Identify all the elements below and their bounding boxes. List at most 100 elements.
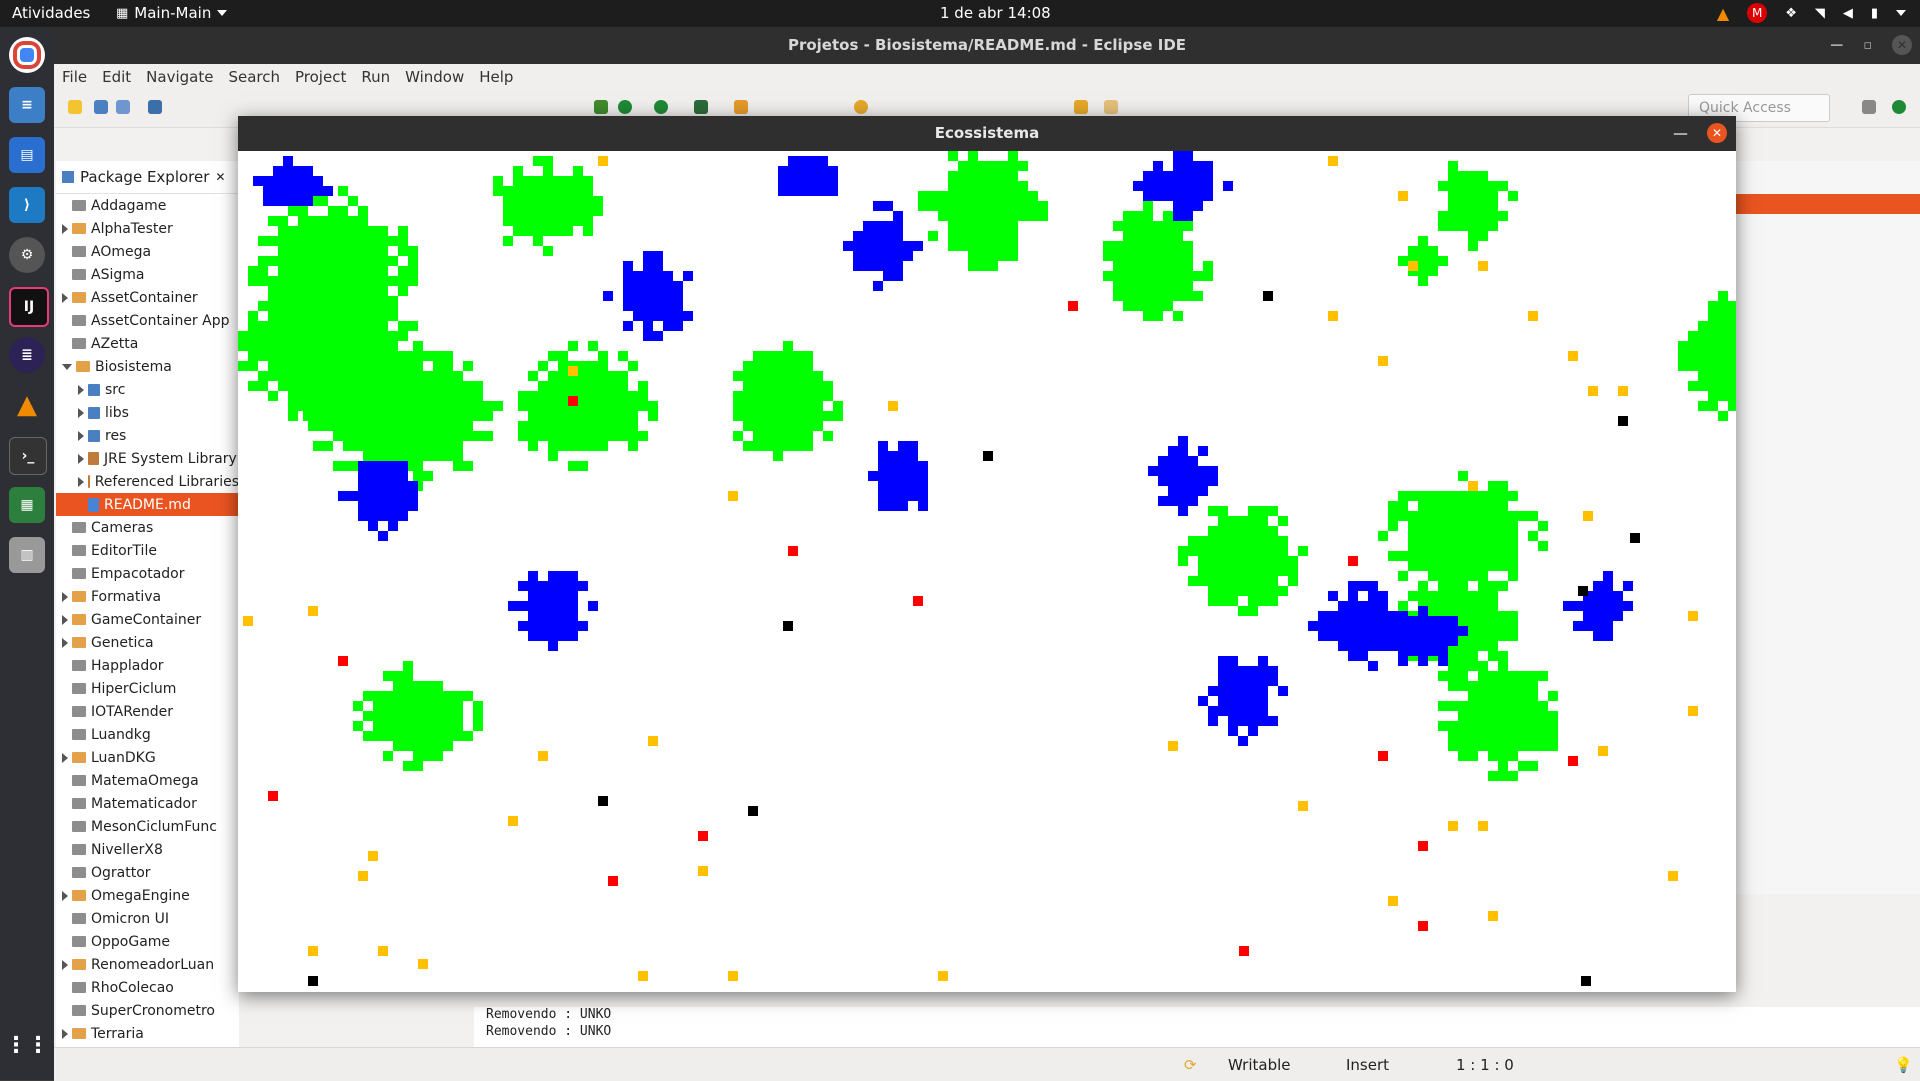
tree-item[interactable]: Terraria (56, 1022, 239, 1045)
clock[interactable]: 1 de abr 14:08 (940, 4, 1051, 22)
close-tab-icon[interactable]: ✕ (215, 170, 225, 184)
minimize-icon[interactable]: — (1673, 116, 1688, 151)
menu-search[interactable]: Search (228, 68, 280, 86)
activities-button[interactable]: Atividades (12, 4, 90, 22)
new-icon[interactable] (68, 100, 82, 114)
wifi-icon[interactable]: ◥ (1815, 6, 1825, 21)
maximize-icon[interactable]: ▫ (1863, 27, 1872, 64)
terminal-icon[interactable]: ›_ (9, 437, 47, 475)
settings-icon[interactable]: ⚙ (9, 237, 45, 273)
expand-arrow-icon[interactable] (78, 384, 84, 395)
expand-arrow-icon[interactable] (78, 476, 84, 487)
tree-item[interactable]: AssetContainer (56, 286, 239, 309)
expand-arrow-icon[interactable] (62, 292, 68, 303)
tree-item[interactable]: Omicron UI (56, 907, 239, 930)
expand-arrow-icon[interactable] (78, 430, 84, 441)
vlc-tray-icon[interactable]: ▲ (1717, 4, 1729, 23)
tree-item[interactable]: Addagame (56, 194, 239, 217)
eclipse-icon[interactable]: ≣ (9, 337, 45, 373)
expand-arrow-icon[interactable] (62, 1028, 68, 1039)
save-icon[interactable] (94, 100, 108, 114)
expand-arrow-icon[interactable] (62, 752, 68, 763)
expand-arrow-icon[interactable] (62, 959, 68, 970)
run-icon[interactable] (618, 100, 632, 114)
text-editor-icon[interactable]: ≡ (9, 87, 45, 123)
menu-edit[interactable]: Edit (102, 68, 131, 86)
tree-item[interactable]: Cameras (56, 516, 239, 539)
menu-navigate[interactable]: Navigate (146, 68, 213, 86)
menu-project[interactable]: Project (295, 68, 346, 86)
tree-item[interactable]: RenomeadorLuan (56, 953, 239, 976)
grid-app-icon[interactable]: ▦ (9, 487, 45, 523)
tree-item[interactable]: HiperCiclum (56, 677, 239, 700)
system-menu-chevron-icon[interactable] (1896, 10, 1906, 16)
search-toolbar-icon[interactable] (854, 100, 868, 114)
expand-arrow-icon[interactable] (62, 890, 68, 901)
tree-item[interactable]: Genetica (56, 631, 239, 654)
tree-item[interactable]: EditorTile (56, 539, 239, 562)
tree-item[interactable]: Referenced Libraries (56, 470, 239, 493)
tree-item[interactable]: AOmega (56, 240, 239, 263)
mail-tray-icon[interactable]: M (1747, 3, 1768, 23)
run-config-icon[interactable] (654, 100, 668, 114)
tree-item[interactable]: res (56, 424, 239, 447)
vscode-icon[interactable]: ⟩ (9, 187, 45, 223)
expand-arrow-icon[interactable] (62, 637, 68, 648)
tree-item[interactable]: GameContainer (56, 608, 239, 631)
menu-run[interactable]: Run (361, 68, 390, 86)
collapse-arrow-icon[interactable] (62, 363, 72, 370)
forward-icon[interactable] (1104, 100, 1118, 114)
debug-icon[interactable] (594, 100, 608, 114)
tree-item[interactable]: AZetta (56, 332, 239, 355)
minimize-icon[interactable]: — (1830, 27, 1843, 64)
tree-item[interactable]: Happlador (56, 654, 239, 677)
files-icon[interactable]: ▥ (9, 537, 45, 573)
expand-arrow-icon[interactable] (78, 453, 84, 464)
tree-item[interactable]: SuperCronometro (56, 999, 239, 1022)
expand-arrow-icon[interactable] (78, 407, 84, 418)
new-class-icon[interactable] (734, 100, 748, 114)
tree-item[interactable]: AlphaTester (56, 217, 239, 240)
dropbox-icon[interactable]: ❖ (1785, 6, 1797, 21)
back-icon[interactable] (1074, 100, 1088, 114)
expand-arrow-icon[interactable] (62, 223, 68, 234)
tree-item[interactable]: OppoGame (56, 930, 239, 953)
expand-arrow-icon[interactable] (62, 614, 68, 625)
package-explorer-tab[interactable]: Package Explorer ✕ (56, 161, 239, 194)
system-tray[interactable]: ▲ M ❖ ◥ ◀ ▮ (1717, 3, 1906, 23)
terminal-toolbar-icon[interactable] (148, 100, 162, 114)
tree-item[interactable]: JRE System Library (56, 447, 239, 470)
tree-item[interactable]: OmegaEngine (56, 884, 239, 907)
menu-help[interactable]: Help (479, 68, 513, 86)
menu-window[interactable]: Window (405, 68, 464, 86)
tree-item[interactable]: Formativa (56, 585, 239, 608)
java-perspective-icon[interactable] (1892, 100, 1906, 114)
expand-arrow-icon[interactable] (62, 591, 68, 602)
tree-item[interactable]: RhoColecao (56, 976, 239, 999)
menu-file[interactable]: File (62, 68, 87, 86)
tree-item[interactable]: src (56, 378, 239, 401)
close-icon[interactable]: ✕ (1892, 35, 1912, 55)
tree-item[interactable]: AssetContainer App (56, 309, 239, 332)
open-perspective-icon[interactable] (1862, 100, 1876, 114)
sync-icon[interactable]: ⟳ (1184, 1056, 1197, 1074)
tree-item[interactable]: Ograttor (56, 861, 239, 884)
tree-item[interactable]: MesonCiclumFunc (56, 815, 239, 838)
document-icon[interactable]: ▤ (9, 137, 45, 173)
app-menu[interactable]: ▦ Main-Main (116, 4, 228, 22)
intellij-icon[interactable]: IJ (9, 287, 49, 327)
tree-item[interactable]: LuanDKG (56, 746, 239, 769)
external-tools-icon[interactable] (694, 100, 708, 114)
tree-item[interactable]: NivellerX8 (56, 838, 239, 861)
save-all-icon[interactable] (116, 100, 130, 114)
tree-item[interactable]: libs (56, 401, 239, 424)
tip-icon[interactable]: 💡 (1894, 1056, 1913, 1074)
tree-item[interactable]: Matematicador (56, 792, 239, 815)
tree-item[interactable]: MatemaOmega (56, 769, 239, 792)
show-apps-icon[interactable]: ⋮⋮ (5, 1027, 49, 1063)
tree-item[interactable]: Empacotador (56, 562, 239, 585)
volume-icon[interactable]: ◀ (1843, 6, 1853, 21)
tree-item[interactable]: IOTARender (56, 700, 239, 723)
tree-item[interactable]: README.md (56, 493, 239, 516)
vlc-icon[interactable]: ▲ (9, 387, 45, 423)
